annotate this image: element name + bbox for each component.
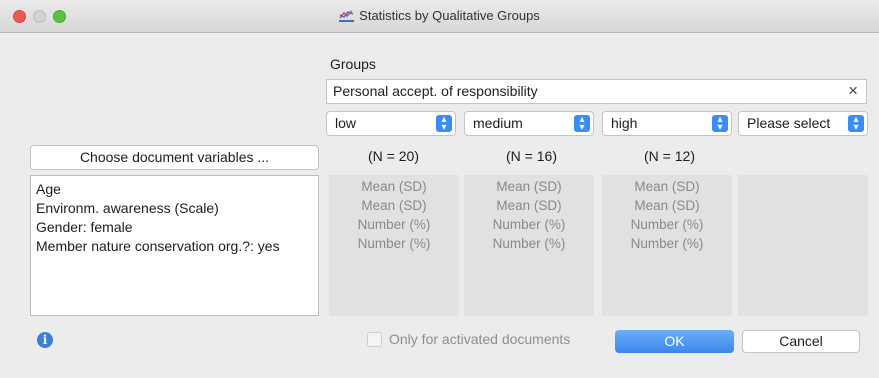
select-value: low xyxy=(335,115,357,131)
group-select-high[interactable]: high ▴ ▾ xyxy=(602,111,732,136)
clear-icon[interactable]: × xyxy=(848,81,858,101)
stat-cell: Mean (SD) xyxy=(496,179,562,194)
stat-cell: Number (%) xyxy=(357,217,431,232)
group-column-empty xyxy=(738,175,868,316)
stat-cell: Number (%) xyxy=(630,217,704,232)
group-count-high: (N = 12) xyxy=(644,148,695,164)
groups-field-value: Personal accept. of responsibility xyxy=(333,83,538,99)
up-down-chevron-icon: ▴ ▾ xyxy=(712,115,728,133)
stat-cell: Number (%) xyxy=(357,236,431,251)
info-icon[interactable]: i xyxy=(37,332,53,348)
only-activated-label: Only for activated documents xyxy=(389,331,571,347)
list-item[interactable]: Environm. awareness (Scale) xyxy=(36,199,313,218)
stat-cell: Number (%) xyxy=(630,236,704,251)
group-select-please-select[interactable]: Please select ▴ ▾ xyxy=(738,111,868,136)
choose-document-variables-button[interactable]: Choose document variables ... xyxy=(30,145,319,170)
list-item[interactable]: Age xyxy=(36,180,313,199)
group-count-low: (N = 20) xyxy=(368,148,419,164)
groups-field[interactable]: Personal accept. of responsibility × xyxy=(326,79,867,104)
groups-label: Groups xyxy=(330,56,376,72)
stat-cell: Mean (SD) xyxy=(634,179,700,194)
stat-cell: Mean (SD) xyxy=(361,179,427,194)
document-variables-list[interactable]: Age Environm. awareness (Scale) Gender: … xyxy=(30,175,319,316)
only-activated-checkbox[interactable] xyxy=(367,332,382,347)
select-value: medium xyxy=(473,115,523,131)
up-down-chevron-icon: ▴ ▾ xyxy=(848,115,864,133)
cancel-button[interactable]: Cancel xyxy=(742,330,860,353)
stat-cell: Mean (SD) xyxy=(361,198,427,213)
list-item[interactable]: Member nature conservation org.?: yes xyxy=(36,237,313,256)
stat-cell: Mean (SD) xyxy=(634,198,700,213)
up-down-chevron-icon: ▴ ▾ xyxy=(436,115,452,133)
group-count-medium: (N = 16) xyxy=(506,148,557,164)
group-column-low: Mean (SD) Mean (SD) Number (%) Number (%… xyxy=(329,175,459,316)
up-down-chevron-icon: ▴ ▾ xyxy=(574,115,590,133)
statistics-chart-icon xyxy=(339,10,355,22)
stat-cell: Mean (SD) xyxy=(496,198,562,213)
window-title: Statistics by Qualitative Groups xyxy=(359,8,540,23)
group-select-medium[interactable]: medium ▴ ▾ xyxy=(464,111,594,136)
group-column-medium: Mean (SD) Mean (SD) Number (%) Number (%… xyxy=(464,175,594,316)
stat-cell: Number (%) xyxy=(492,217,566,232)
ok-button[interactable]: OK xyxy=(615,330,734,353)
select-value: Please select xyxy=(747,115,831,131)
window-title-area: Statistics by Qualitative Groups xyxy=(0,8,879,23)
title-bar: Statistics by Qualitative Groups xyxy=(0,0,879,33)
group-select-low[interactable]: low ▴ ▾ xyxy=(326,111,456,136)
stat-cell: Number (%) xyxy=(492,236,566,251)
list-item[interactable]: Gender: female xyxy=(36,218,313,237)
select-value: high xyxy=(611,115,638,131)
group-column-high: Mean (SD) Mean (SD) Number (%) Number (%… xyxy=(602,175,732,316)
